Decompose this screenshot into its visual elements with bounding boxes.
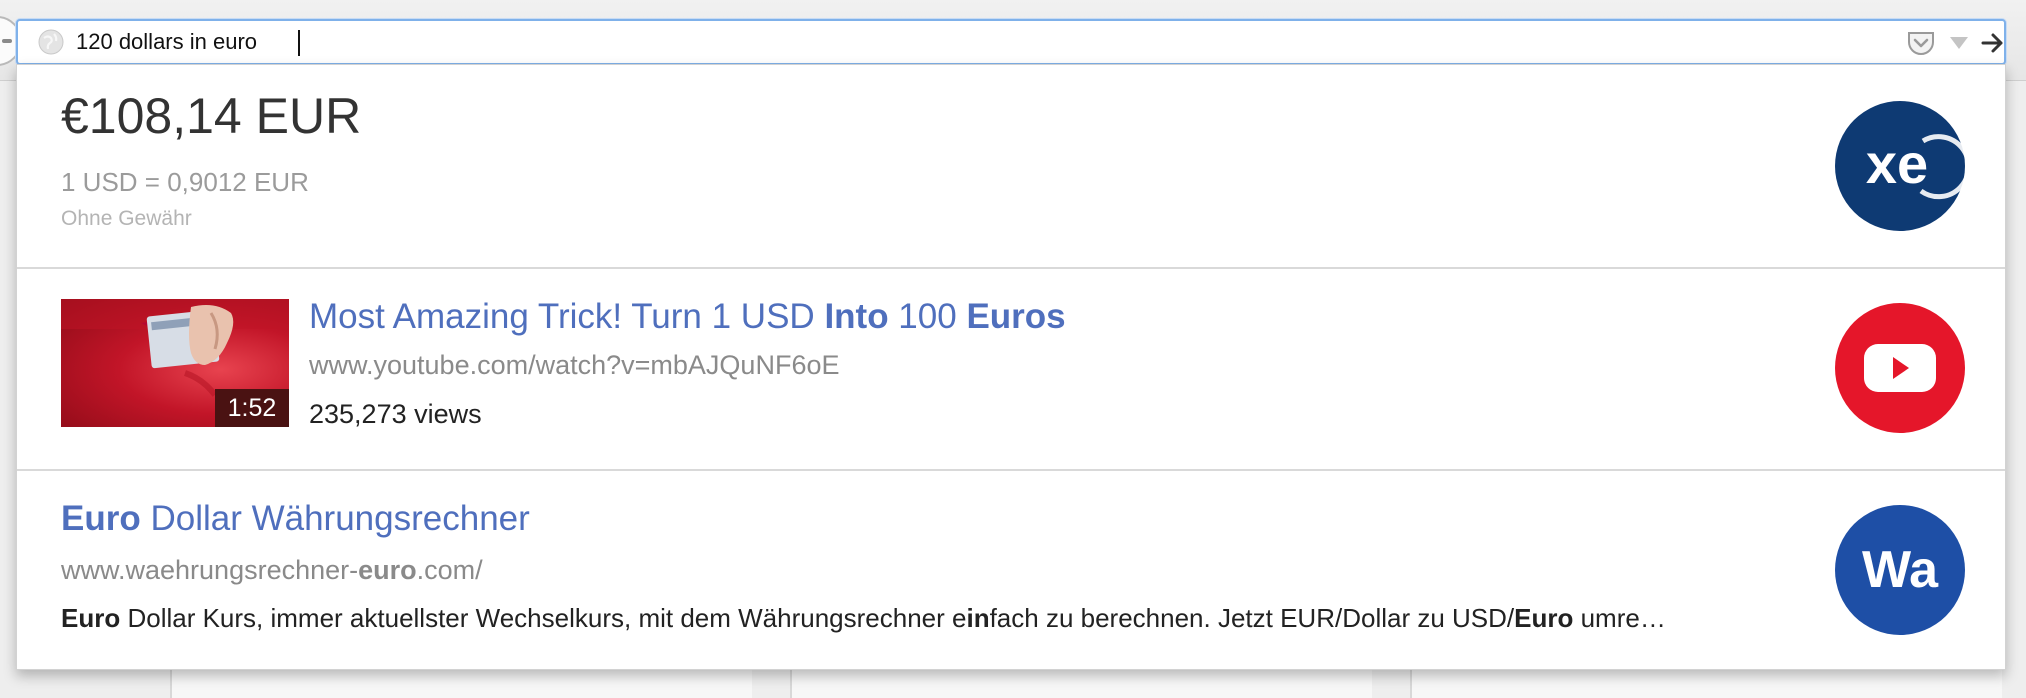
video-title-link[interactable]: Most Amazing Trick! Turn 1 USD Into 100 … xyxy=(309,297,1066,337)
url-segment: .com/ xyxy=(416,555,483,585)
globe-icon xyxy=(38,29,64,55)
search-suggestions-popup: €108,14 EUR 1 USD = 0,9012 EUR Ohne Gewä… xyxy=(16,64,2006,670)
snippet-segment: fach zu berechnen. Jetzt EUR/Dollar zu U… xyxy=(989,603,1515,633)
snippet-highlight: in xyxy=(966,603,990,633)
title-segment: Most Amazing Trick! Turn 1 USD xyxy=(309,297,825,336)
url-highlight: euro xyxy=(358,555,417,585)
row-divider xyxy=(17,469,2005,471)
youtube-logo-icon xyxy=(1835,303,1965,433)
url-segment: www.waehrungsrechner- xyxy=(61,555,359,585)
text-caret xyxy=(298,30,300,56)
result-url: www.waehrungsrechner-euro.com/ xyxy=(61,555,483,586)
video-thumbnail[interactable]: 1:52 xyxy=(61,299,289,427)
snippet-segment: Dollar Kurs, immer aktuellster Wechselku… xyxy=(120,603,967,633)
exchange-rate: 1 USD = 0,9012 EUR xyxy=(61,167,309,197)
converted-amount: €108,14 EUR xyxy=(61,88,362,144)
youtube-play-icon xyxy=(1864,344,1936,392)
url-bar[interactable] xyxy=(16,19,2006,65)
title-highlight: Euros xyxy=(966,297,1066,336)
video-url: www.youtube.com/watch?v=mbAJQuNF6oE xyxy=(309,350,840,380)
back-icon xyxy=(2,39,12,43)
title-segment: 100 xyxy=(888,297,967,336)
xe-logo-graphic: xe xyxy=(1866,132,1965,200)
go-arrow-icon[interactable] xyxy=(1980,30,2006,56)
row-divider xyxy=(17,267,2005,269)
xe-logo-icon: xe xyxy=(1835,101,1965,231)
dropmarker-icon[interactable] xyxy=(1948,35,1970,51)
snippet-segment: umre… xyxy=(1573,603,1666,633)
video-view-count: 235,273 views xyxy=(309,399,482,429)
xe-logo-text: xe xyxy=(1866,132,1928,195)
title-highlight: Euro xyxy=(61,499,141,538)
pocket-icon[interactable] xyxy=(1906,30,1936,56)
snippet-highlight: Euro xyxy=(61,603,121,633)
video-duration: 1:52 xyxy=(215,389,289,427)
title-highlight: Into xyxy=(824,297,889,336)
snippet-highlight: Euro xyxy=(1514,603,1574,633)
result-snippet: Euro Dollar Kurs, immer aktuellster Wech… xyxy=(61,603,1666,634)
result-title-link[interactable]: Euro Dollar Währungsrechner xyxy=(61,499,530,539)
title-segment: Dollar Währungsrechner xyxy=(140,499,530,538)
url-input[interactable] xyxy=(76,25,1876,59)
site-favicon-badge: Wa xyxy=(1835,505,1965,635)
disclaimer-text: Ohne Gewähr xyxy=(61,207,192,230)
